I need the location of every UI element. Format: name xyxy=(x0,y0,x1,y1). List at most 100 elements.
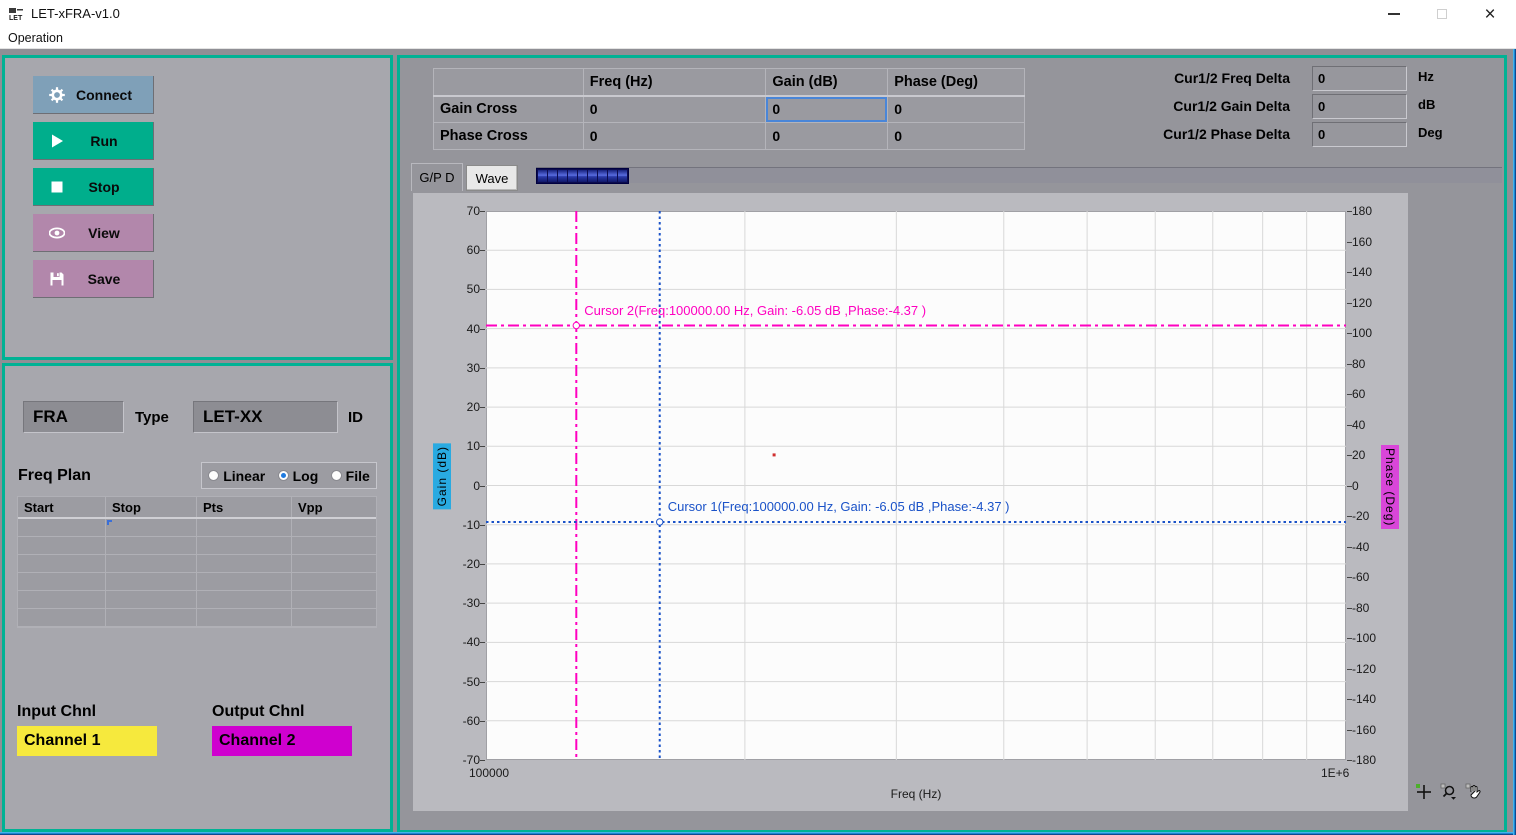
freq-plan-cell[interactable] xyxy=(18,555,106,572)
run-button[interactable]: Run xyxy=(33,122,154,160)
pan-tool-icon[interactable] xyxy=(1465,783,1482,800)
freq-plan-cell[interactable] xyxy=(197,537,292,554)
progress-bar xyxy=(536,167,1502,183)
radio-linear[interactable]: Linear xyxy=(208,468,265,484)
gain-tick-label: -10 xyxy=(450,518,480,532)
zoom-tool-icon[interactable] xyxy=(1440,783,1457,800)
minimize-button[interactable] xyxy=(1374,0,1414,28)
freq-plan-cell[interactable] xyxy=(18,591,106,608)
gain-tick-label: 30 xyxy=(450,361,480,375)
freq-plan-body xyxy=(18,519,376,627)
freq-plan-cell[interactable] xyxy=(106,573,197,590)
freq-plan-table[interactable]: Start Stop Pts Vpp xyxy=(17,496,377,628)
freq-plan-cell[interactable] xyxy=(106,519,197,536)
device-type-field[interactable]: FRA xyxy=(23,401,124,433)
freq-plan-cell[interactable] xyxy=(292,519,376,536)
tick-mark xyxy=(1347,303,1352,304)
cross-col-phase: Phase (Deg) xyxy=(888,69,1025,96)
freq-plan-row[interactable] xyxy=(18,609,376,627)
freq-delta-field[interactable]: 0 xyxy=(1312,66,1407,91)
freq-plan-row[interactable] xyxy=(18,591,376,609)
tick-mark xyxy=(1347,669,1352,670)
freq-plan-cell[interactable] xyxy=(106,591,197,608)
phase-cross-gain[interactable]: 0 xyxy=(766,123,888,150)
gain-tick-label: -60 xyxy=(450,714,480,728)
phase-delta-label: Cur1/2 Phase Delta xyxy=(1163,126,1290,142)
phase-tick-label: -160 xyxy=(1352,723,1386,737)
tick-mark xyxy=(480,682,485,683)
input-chnl-label: Input Chnl xyxy=(17,703,96,721)
freq-plan-cell[interactable] xyxy=(292,573,376,590)
radio-log[interactable]: Log xyxy=(278,468,319,484)
gain-cross-row: Gain Cross 0 0 0 xyxy=(434,96,1025,123)
radio-log-label: Log xyxy=(293,468,319,484)
maximize-button[interactable] xyxy=(1422,0,1462,28)
radio-file-dot xyxy=(331,470,342,481)
freq-plan-cell[interactable] xyxy=(18,537,106,554)
freq-plan-row[interactable] xyxy=(18,537,376,555)
gain-delta-row: Cur1/2 Gain Delta 0 dB xyxy=(1142,94,1502,120)
run-button-label: Run xyxy=(65,133,143,149)
freq-plan-cell[interactable] xyxy=(197,609,292,626)
freq-plan-cell[interactable] xyxy=(292,537,376,554)
freq-plan-cell[interactable] xyxy=(18,609,106,626)
view-button[interactable]: View xyxy=(33,214,154,252)
input-channel-selector[interactable]: Channel 1 xyxy=(17,726,157,756)
gain-cross-phase[interactable]: 0 xyxy=(888,96,1025,123)
sweep-mode-radios: Linear Log File xyxy=(201,462,377,489)
phase-tick-label: 60 xyxy=(1352,387,1386,401)
close-button[interactable]: × xyxy=(1470,0,1510,28)
menu-item-operation[interactable]: Operation xyxy=(8,31,63,45)
freq-plan-row[interactable] xyxy=(18,555,376,573)
tick-mark xyxy=(480,564,485,565)
phase-tick-label: 80 xyxy=(1352,357,1386,371)
phase-cross-freq[interactable]: 0 xyxy=(583,123,766,150)
tick-mark xyxy=(1347,242,1352,243)
freq-plan-cell[interactable] xyxy=(197,573,292,590)
cursor-2-label[interactable]: Cursor 2(Freq:100000.00 Hz, Gain: -6.05 … xyxy=(584,303,926,318)
freq-plan-cell[interactable] xyxy=(106,537,197,554)
phase-tick-label: 100 xyxy=(1352,326,1386,340)
data-point xyxy=(773,453,776,456)
freq-plan-cell[interactable] xyxy=(106,609,197,626)
freq-plan-cell[interactable] xyxy=(292,609,376,626)
save-button[interactable]: Save xyxy=(33,260,154,298)
phase-cross-phase[interactable]: 0 xyxy=(888,123,1025,150)
gain-delta-unit: dB xyxy=(1418,97,1435,112)
view-button-label: View xyxy=(65,225,143,241)
gain-tick-label: 40 xyxy=(450,322,480,336)
freq-plan-row[interactable] xyxy=(18,573,376,591)
phase-tick-label: -20 xyxy=(1352,509,1386,523)
freq-plan-cell[interactable] xyxy=(197,591,292,608)
x-tick-min: 100000 xyxy=(469,766,509,780)
device-id-field[interactable]: LET-XX xyxy=(193,401,338,433)
tab-gpd[interactable]: G/P D xyxy=(411,163,463,191)
freq-plan-cell[interactable] xyxy=(292,555,376,572)
output-channel-selector[interactable]: Channel 2 xyxy=(212,726,352,756)
freq-plan-header-row: Start Stop Pts Vpp xyxy=(18,497,376,519)
gain-cross-freq[interactable]: 0 xyxy=(583,96,766,123)
freq-plan-cell[interactable] xyxy=(197,519,292,536)
freq-plan-cell[interactable] xyxy=(106,555,197,572)
freq-plan-cell[interactable] xyxy=(197,555,292,572)
phase-delta-field[interactable]: 0 xyxy=(1312,122,1407,147)
gain-tick-label: 50 xyxy=(450,282,480,296)
tab-wave[interactable]: Wave xyxy=(466,165,518,191)
tick-mark xyxy=(1347,730,1352,731)
freq-plan-row[interactable] xyxy=(18,519,376,537)
menu-bar: Operation xyxy=(0,28,1516,49)
cursor-1-label[interactable]: Cursor 1(Freq:100000.00 Hz, Gain: -6.05 … xyxy=(668,499,1010,514)
phase-cross-row: Phase Cross 0 0 0 xyxy=(434,123,1025,150)
freq-plan-cell[interactable] xyxy=(18,573,106,590)
gain-cross-gain[interactable]: 0 xyxy=(766,96,888,123)
crosshair-tool-icon[interactable] xyxy=(1415,783,1432,800)
freq-delta-unit: Hz xyxy=(1418,69,1434,84)
connect-button[interactable]: Connect xyxy=(33,76,154,114)
freq-plan-cell[interactable] xyxy=(18,519,106,536)
gain-tick-label: -70 xyxy=(450,753,480,767)
radio-file[interactable]: File xyxy=(331,468,370,484)
freq-plan-cell[interactable] xyxy=(292,591,376,608)
bode-chart[interactable]: Gain (dB) Phase (Deg) 100000 1E+6 Freq (… xyxy=(413,193,1408,811)
stop-button[interactable]: Stop xyxy=(33,168,154,206)
gain-delta-field[interactable]: 0 xyxy=(1312,94,1407,119)
